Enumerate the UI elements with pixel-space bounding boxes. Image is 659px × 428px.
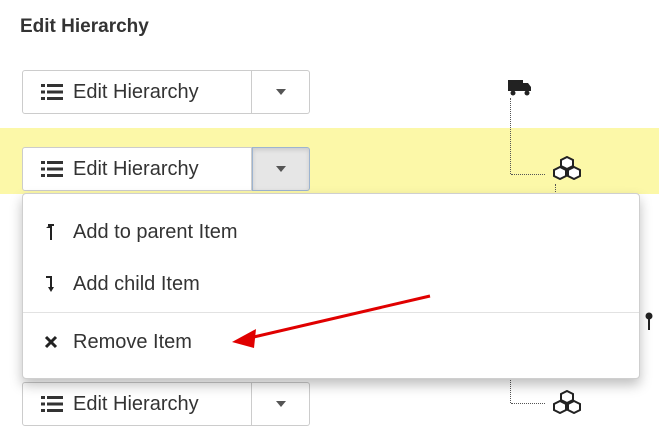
page-title: Edit Hierarchy [20,16,149,37]
edit-hierarchy-button-group-2: Edit Hierarchy [22,147,310,193]
list-icon [41,396,63,412]
arrow-down-icon [37,276,65,292]
dropdown-menu: Add to parent Item Add child Item Remove… [22,193,640,379]
edit-hierarchy-label: Edit Hierarchy [73,80,199,103]
menu-item-label: Remove Item [73,330,192,353]
cubes-icon [553,155,581,185]
dropdown-toggle-1[interactable] [252,70,310,114]
menu-item-remove[interactable]: Remove Item [23,322,639,362]
close-icon [37,335,65,349]
menu-item-add-to-parent[interactable]: Add to parent Item [23,212,639,252]
chevron-down-icon [275,401,286,407]
dropdown-toggle-2[interactable] [252,147,310,191]
tree-connector [511,174,545,175]
menu-divider [23,312,639,313]
menu-item-label: Add child Item [73,272,200,295]
list-icon [41,161,63,177]
menu-item-label: Add to parent Item [73,220,238,243]
pin-icon [645,312,653,337]
menu-item-add-child[interactable]: Add child Item [23,264,639,304]
tree-connector [510,377,511,403]
dropdown-toggle-3[interactable] [252,382,310,426]
list-icon [41,84,63,100]
tree-connector [511,403,545,404]
arrow-up-icon [37,224,65,240]
edit-hierarchy-button-1[interactable]: Edit Hierarchy [22,70,252,114]
chevron-down-icon [275,89,286,95]
tree-connector [510,98,511,174]
edit-hierarchy-button-3[interactable]: Edit Hierarchy [22,382,252,426]
edit-hierarchy-label: Edit Hierarchy [73,392,199,415]
edit-hierarchy-label: Edit Hierarchy [73,157,199,180]
edit-hierarchy-button-2[interactable]: Edit Hierarchy [22,147,252,191]
edit-hierarchy-button-group-1: Edit Hierarchy [22,70,310,116]
truck-icon [508,78,532,101]
cubes-icon [553,389,581,419]
edit-hierarchy-button-group-3: Edit Hierarchy [22,382,310,428]
chevron-down-icon [276,166,286,172]
